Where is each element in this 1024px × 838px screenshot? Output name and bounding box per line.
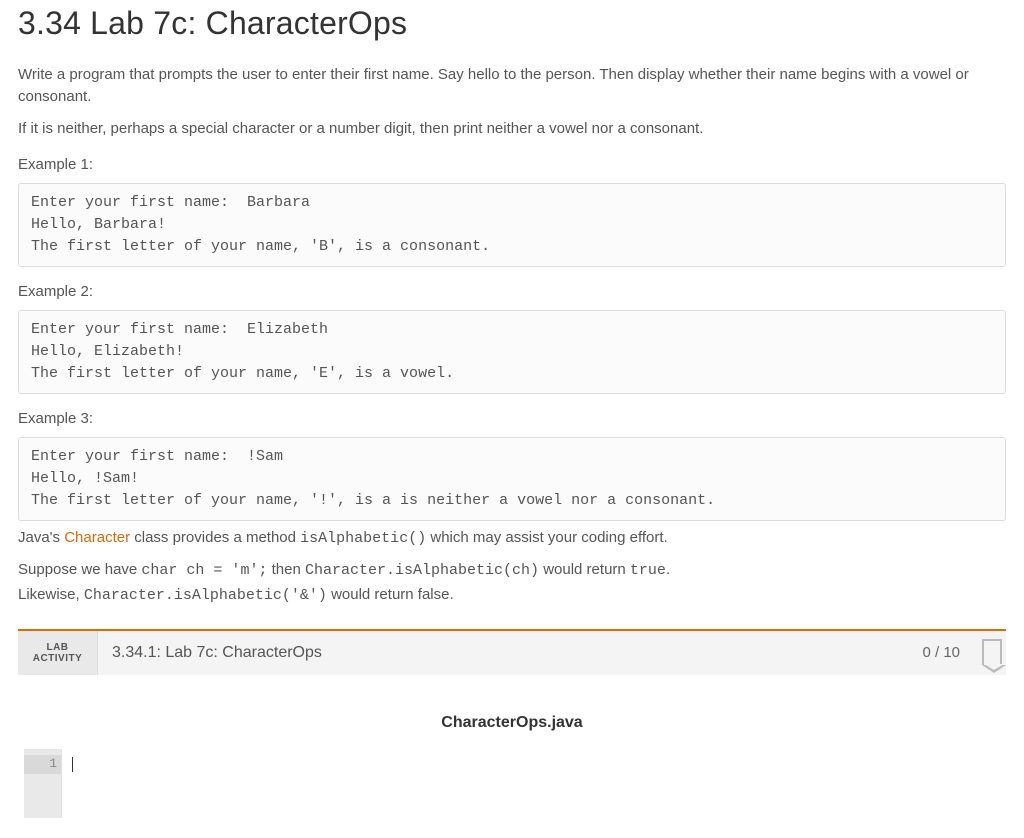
lab-score: 0 / 10 bbox=[912, 631, 970, 675]
s1c2: Character.isAlphabetic(ch) bbox=[305, 562, 539, 579]
example-2-label: Example 2: bbox=[18, 281, 1006, 303]
s2b: would return false. bbox=[327, 586, 454, 603]
hint-text-2: class provides a method bbox=[130, 529, 300, 546]
s1d: . bbox=[666, 561, 670, 578]
suppose-line-1: Suppose we have char ch = 'm'; then Char… bbox=[18, 559, 1006, 582]
s1a: Suppose we have bbox=[18, 561, 141, 578]
example-3-label: Example 3: bbox=[18, 408, 1006, 430]
text-cursor bbox=[72, 757, 73, 772]
hint-code-1: isAlphabetic() bbox=[300, 530, 426, 547]
hint-text-3: which may assist your coding effort. bbox=[426, 529, 668, 546]
s2a: Likewise, bbox=[18, 586, 84, 603]
example-1-label: Example 1: bbox=[18, 154, 1006, 176]
bookmark-icon[interactable] bbox=[982, 639, 1002, 665]
hint-text-1: Java's bbox=[18, 529, 64, 546]
code-body[interactable] bbox=[62, 749, 1000, 818]
s1b: then bbox=[267, 561, 305, 578]
editor-area: CharacterOps.java 1 bbox=[18, 675, 1006, 818]
intro-p2: If it is neither, perhaps a special char… bbox=[18, 118, 1006, 140]
s1c3: true bbox=[630, 562, 666, 579]
lab-activity-title: 3.34.1: Lab 7c: CharacterOps bbox=[98, 631, 912, 675]
intro-p1: Write a program that prompts the user to… bbox=[18, 64, 1006, 108]
example-2-code: Enter your first name: Elizabeth Hello, … bbox=[18, 310, 1006, 393]
s2c4: Character.isAlphabetic('&') bbox=[84, 587, 327, 604]
code-editor[interactable]: 1 bbox=[24, 748, 1000, 818]
page-title: 3.34 Lab 7c: CharacterOps bbox=[18, 0, 1006, 46]
suppose-line-2: Likewise, Character.isAlphabetic('&') wo… bbox=[18, 584, 1006, 607]
example-1-code: Enter your first name: Barbara Hello, Ba… bbox=[18, 183, 1006, 266]
character-link[interactable]: Character bbox=[64, 529, 130, 546]
line-number-1: 1 bbox=[24, 755, 61, 774]
example-3-code: Enter your first name: !Sam Hello, !Sam!… bbox=[18, 437, 1006, 520]
lab-badge-top: LAB bbox=[46, 642, 68, 653]
hint-paragraph: Java's Character class provides a method… bbox=[18, 527, 1006, 550]
line-gutter: 1 bbox=[24, 749, 62, 818]
lab-activity-bar: LAB ACTIVITY 3.34.1: Lab 7c: CharacterOp… bbox=[18, 629, 1006, 675]
lab-badge: LAB ACTIVITY bbox=[18, 631, 98, 675]
file-tab[interactable]: CharacterOps.java bbox=[18, 703, 1006, 748]
s1c: would return bbox=[539, 561, 630, 578]
s1c1: char ch = 'm'; bbox=[141, 562, 267, 579]
lab-badge-bottom: ACTIVITY bbox=[33, 653, 83, 664]
